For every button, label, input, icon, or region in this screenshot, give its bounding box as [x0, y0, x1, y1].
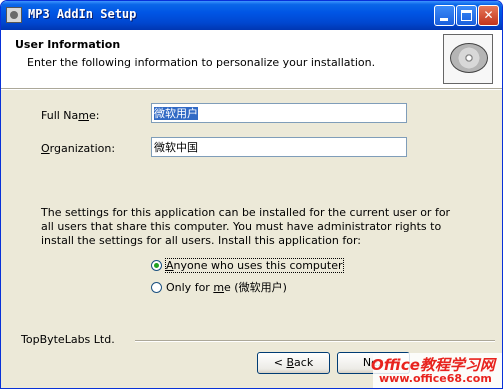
full-name-value: 微软用户	[154, 107, 198, 120]
maximize-icon	[461, 10, 472, 21]
radio-anyone-button[interactable]	[151, 260, 162, 271]
window-title: MP3 AddIn Setup	[28, 7, 137, 21]
radio-only-me[interactable]: Only for me (微软用户)	[151, 279, 287, 295]
radio-anyone-label[interactable]: Anyone who uses this computer	[165, 258, 344, 273]
organization-input[interactable]: 微软中国	[151, 137, 407, 157]
footer-divider	[135, 340, 495, 342]
title-bar[interactable]: MP3 AddIn Setup ✕	[1, 1, 502, 30]
cd-icon	[450, 43, 488, 73]
radio-only-me-label[interactable]: Only for me (微软用户)	[166, 281, 287, 294]
page-title: User Information	[15, 38, 121, 51]
brand-label: TopByteLabs Ltd.	[21, 333, 115, 346]
setup-window: MP3 AddIn Setup ✕ User Information Enter…	[0, 0, 503, 389]
full-name-label: Full Name:	[41, 109, 100, 122]
install-scope-text: The settings for this application can be…	[41, 206, 451, 247]
maximize-button[interactable]	[456, 5, 477, 26]
header-divider	[1, 88, 502, 90]
radio-anyone[interactable]: Anyone who uses this computer	[151, 258, 344, 273]
organization-value: 微软中国	[154, 141, 198, 154]
radio-only-me-button[interactable]	[151, 282, 162, 293]
app-icon	[6, 7, 22, 23]
watermark-url: www.office68.com	[379, 372, 492, 385]
organization-label: Organization:	[41, 142, 116, 155]
back-button[interactable]: < Back	[257, 352, 330, 374]
minimize-icon	[440, 18, 448, 21]
page-subtitle: Enter the following information to perso…	[27, 56, 376, 69]
minimize-button[interactable]	[434, 5, 455, 26]
close-button[interactable]: ✕	[478, 5, 499, 26]
wizard-header: User Information Enter the following inf…	[1, 30, 502, 88]
close-icon: ✕	[483, 8, 494, 22]
cd-graphic	[443, 34, 493, 84]
full-name-input[interactable]: 微软用户	[151, 103, 407, 123]
